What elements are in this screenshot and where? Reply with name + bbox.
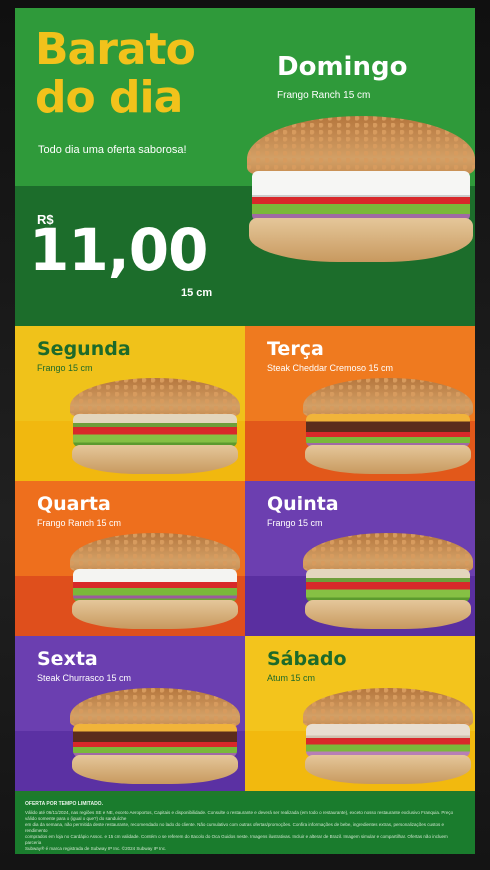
day-card-segunda: Segunda Frango 15 cm: [15, 326, 245, 481]
day-name: Sábado: [267, 648, 347, 670]
day-item: Frango Ranch 15 cm: [37, 518, 122, 528]
day-item: Atum 15 cm: [267, 673, 316, 683]
bread-bottom: [304, 600, 472, 629]
filling: [251, 171, 471, 222]
sandwich-image: [70, 378, 240, 474]
day-name: Quarta: [37, 493, 111, 515]
legal-footer: OFERTA POR TEMPO LIMITADO. Válido até 06…: [15, 796, 475, 854]
filling: [73, 414, 237, 448]
bread-bottom: [71, 600, 239, 629]
footer-heading: OFERTA POR TEMPO LIMITADO.: [25, 801, 103, 807]
day-name: Terça: [267, 338, 324, 360]
bread-bottom: [249, 218, 473, 262]
featured-day: Domingo: [277, 52, 408, 82]
sandwich-image: [303, 378, 473, 474]
day-item: Frango 15 cm: [267, 518, 323, 528]
day-card-sexta: Sexta Steak Churrasco 15 cm: [15, 636, 245, 791]
filling: [73, 724, 237, 758]
day-card-quinta: Quinta Frango 15 cm: [245, 481, 475, 636]
day-name: Sexta: [37, 648, 98, 670]
menu-board-screen: Barato do dia Todo dia uma oferta saboro…: [15, 8, 475, 854]
footer-line: comprados em loja no Cardápio Assoc. e 1…: [25, 834, 448, 845]
bread-top: [303, 533, 473, 574]
bread-top: [70, 688, 240, 729]
bread-top: [303, 378, 473, 419]
bread-bottom: [304, 445, 472, 474]
price-value: 11,00: [29, 216, 208, 284]
day-name: Segunda: [37, 338, 131, 360]
day-item: Steak Churrasco 15 cm: [37, 673, 132, 683]
bread-bottom: [71, 755, 239, 784]
footer-legal-text: Válido até 06/11/2024, nas regiões SE e …: [25, 810, 465, 852]
day-card-terca: Terça Steak Cheddar Cremoso 15 cm: [245, 326, 475, 481]
promo-title: Barato do dia: [35, 24, 196, 123]
filling: [73, 569, 237, 603]
sandwich-image: [70, 688, 240, 784]
sandwich-image: [303, 533, 473, 629]
day-item: Frango 15 cm: [37, 363, 93, 373]
filling: [306, 724, 470, 758]
bread-bottom: [71, 445, 239, 474]
day-name: Quinta: [267, 493, 339, 515]
bread-top: [70, 378, 240, 419]
footer-line: Válido até 06/11/2024, nas regiões SE e …: [25, 810, 454, 821]
footer-line: Subway® é marca registrada de Subway IP …: [25, 846, 167, 851]
bread-top: [70, 533, 240, 574]
bread-top: [303, 688, 473, 729]
filling: [306, 414, 470, 448]
day-card-sabado: Sábado Atum 15 cm: [245, 636, 475, 791]
featured-sandwich-image: [247, 116, 475, 262]
promo-title-line1: Barato: [35, 24, 196, 75]
price-size: 15 cm: [181, 287, 213, 299]
sandwich-image: [303, 688, 473, 784]
day-card-quarta: Quarta Frango Ranch 15 cm: [15, 481, 245, 636]
sandwich-image: [70, 533, 240, 629]
footer-line: em dia da semana, não permitida deste re…: [25, 822, 444, 833]
promo-title-line2: do dia: [35, 72, 183, 123]
featured-item: Frango Ranch 15 cm: [277, 90, 371, 101]
filling: [306, 569, 470, 603]
bread-top: [247, 116, 475, 178]
bread-bottom: [304, 755, 472, 784]
day-item: Steak Cheddar Cremoso 15 cm: [267, 363, 394, 373]
promo-tagline: Todo dia uma oferta saborosa!: [38, 144, 187, 156]
